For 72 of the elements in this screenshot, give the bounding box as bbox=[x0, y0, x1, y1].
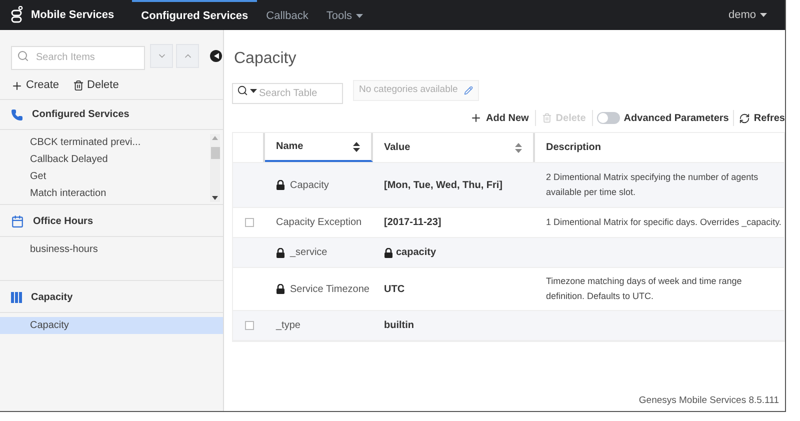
table-cell-text: Capacity bbox=[290, 178, 329, 192]
caret-icon bbox=[356, 14, 364, 18]
toggle-label: Advanced Parameters bbox=[624, 112, 729, 126]
logo-icon bbox=[11, 6, 23, 24]
table-cell-text: [2017-11-23] bbox=[384, 216, 442, 230]
table-cell-text: [Mon, Tue, Wed, Thu, Fri] bbox=[384, 178, 503, 192]
scroll-up-icon[interactable] bbox=[212, 136, 218, 140]
column-header: Description bbox=[545, 141, 602, 155]
row-checkbox[interactable] bbox=[244, 218, 254, 227]
table-cell-text: capacity bbox=[396, 246, 436, 260]
sidebar-item[interactable]: business-hours bbox=[0, 241, 223, 258]
collapse-button[interactable] bbox=[210, 50, 222, 62]
trash-icon bbox=[73, 80, 84, 91]
nav-tab[interactable]: Callback bbox=[257, 0, 318, 30]
sidebar-item[interactable]: Capacity bbox=[0, 317, 223, 334]
page-title: Capacity bbox=[234, 49, 298, 69]
sidebar-item[interactable]: Match interaction bbox=[0, 185, 210, 202]
sidebar-item[interactable]: Get bbox=[0, 168, 210, 185]
add-new-button[interactable]: Add New bbox=[470, 110, 535, 126]
delete-button[interactable]: Delete bbox=[73, 77, 119, 94]
categories-text: No categories available bbox=[359, 83, 458, 98]
user-menu[interactable]: demo bbox=[728, 6, 767, 24]
table-cell-text: _type bbox=[276, 319, 300, 333]
pencil-icon bbox=[464, 86, 473, 95]
scroll-thumb[interactable] bbox=[210, 147, 220, 159]
lock-icon bbox=[276, 248, 285, 258]
section-title: Capacity bbox=[31, 291, 73, 305]
trash-icon bbox=[542, 113, 552, 123]
search-icon bbox=[237, 85, 248, 96]
brand-name: Mobile Services bbox=[31, 8, 114, 23]
caret-icon bbox=[250, 88, 257, 92]
refresh-icon bbox=[738, 112, 750, 124]
plus-icon bbox=[470, 112, 482, 124]
lock-icon bbox=[276, 284, 285, 294]
search-dropdown[interactable] bbox=[237, 85, 257, 96]
table-cell-text: _service bbox=[290, 246, 328, 260]
table-cell-text: Service Timezone bbox=[290, 282, 370, 296]
section-title: Configured Services bbox=[32, 108, 130, 122]
calendar-icon bbox=[11, 215, 24, 228]
table-row[interactable]: _type builtin bbox=[233, 311, 784, 341]
scrollbar[interactable] bbox=[210, 134, 220, 202]
lock-icon bbox=[276, 180, 285, 190]
table-cell-text: UTC bbox=[384, 282, 405, 296]
table-cell-text: 2 Dimentional Matrix specifying the number of agents available per time slot. bbox=[546, 171, 760, 199]
table-cell-text: builtin bbox=[384, 319, 414, 333]
caret-icon bbox=[760, 13, 767, 17]
sidebar-item[interactable]: Callback Delayed bbox=[0, 151, 210, 168]
lock-icon bbox=[384, 248, 393, 258]
sort-icon[interactable] bbox=[353, 142, 360, 152]
scroll-down-icon[interactable] bbox=[212, 196, 218, 200]
table-cell-text: Timezone matching days of week and time range definition. Defaults to UTC. bbox=[546, 275, 743, 303]
sidebar-item[interactable]: CBCK terminated previ... bbox=[0, 134, 210, 151]
plus-icon bbox=[11, 80, 23, 92]
row-checkbox[interactable] bbox=[244, 321, 254, 330]
previous-button[interactable] bbox=[176, 44, 199, 68]
next-button[interactable] bbox=[150, 44, 173, 68]
table-row[interactable]: Capacity [Mon, Tue, Wed, Thu, Fri] 2 Dimentional Matrix specifying the number of agents available per time slot. bbox=[233, 163, 784, 208]
table-search-field[interactable]: Search Table bbox=[232, 83, 343, 104]
columns-icon bbox=[11, 292, 22, 303]
refresh-button[interactable]: Refres bbox=[734, 110, 785, 126]
create-button[interactable]: Create bbox=[11, 77, 60, 94]
search-icon bbox=[17, 50, 29, 62]
toggle-switch[interactable] bbox=[596, 112, 620, 124]
search-field[interactable]: Search Items bbox=[11, 46, 145, 70]
table-cell-text: Capacity Exception bbox=[276, 216, 362, 230]
section-title: Office Hours bbox=[33, 215, 94, 229]
table-row[interactable]: _service capacity bbox=[233, 238, 784, 268]
table-cell-text: 1 Dimentional Matrix for specific days. Overrides _capacity. bbox=[546, 216, 782, 229]
triangle-left-icon bbox=[214, 53, 218, 59]
nav-tab[interactable]: Tools bbox=[317, 0, 372, 30]
version-text: Genesys Mobile Services 8.5.111 bbox=[638, 394, 779, 408]
phone-icon bbox=[11, 108, 23, 120]
